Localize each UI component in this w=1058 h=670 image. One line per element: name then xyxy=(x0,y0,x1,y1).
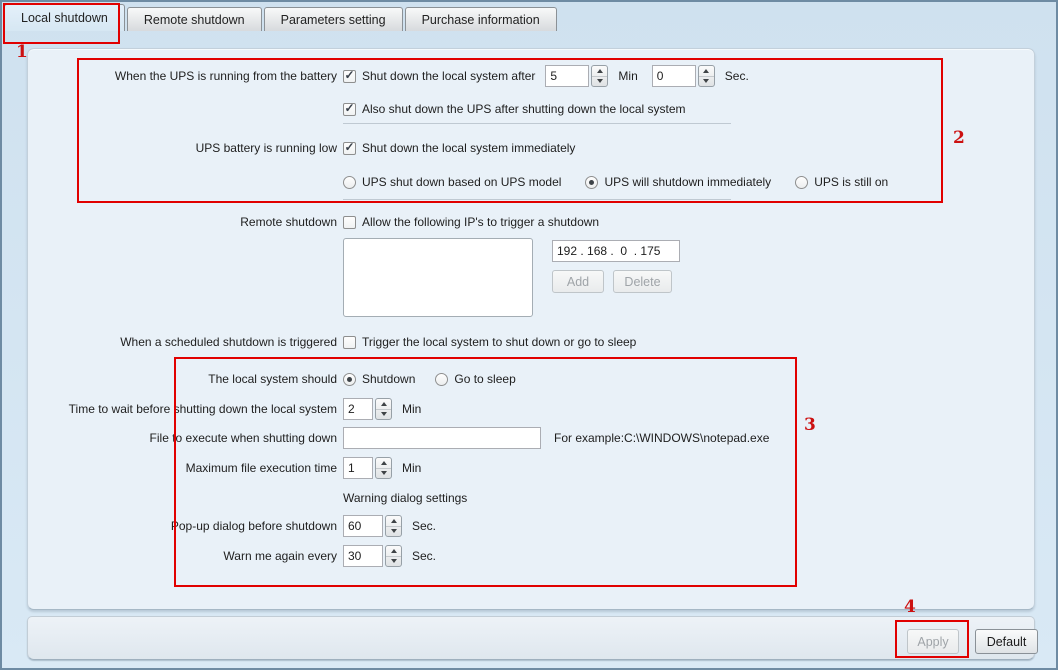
also-shutdown-ups-label: Also shut down the UPS after shutting do… xyxy=(362,102,686,116)
popup-dialog-input[interactable] xyxy=(343,515,383,537)
radio-go-to-sleep-label: Go to sleep xyxy=(454,372,515,386)
local-system-should-label: The local system should xyxy=(27,372,337,386)
tab-remote-shutdown[interactable]: Remote shutdown xyxy=(127,7,262,31)
up-arrow-icon xyxy=(381,402,387,406)
allow-ip-checkbox[interactable] xyxy=(343,216,356,229)
down-arrow-icon xyxy=(381,412,387,416)
default-button[interactable]: Default xyxy=(975,629,1038,654)
down-arrow-icon xyxy=(703,79,709,83)
min-unit-label: Min xyxy=(618,69,637,83)
battery-min-input[interactable] xyxy=(545,65,589,87)
up-arrow-icon xyxy=(703,69,709,73)
up-arrow-icon xyxy=(597,69,603,73)
wait-time-input[interactable] xyxy=(343,398,373,420)
warn-again-unit: Sec. xyxy=(412,549,436,563)
divider xyxy=(343,123,731,124)
popup-dialog-stepper[interactable] xyxy=(385,515,402,537)
warning-dialog-settings-header: Warning dialog settings xyxy=(343,491,467,505)
radio-go-to-sleep[interactable] xyxy=(435,373,448,386)
scheduled-shutdown-label: When a scheduled shutdown is triggered xyxy=(27,335,337,349)
battery-running-label: When the UPS is running from the battery xyxy=(27,69,337,83)
up-arrow-icon xyxy=(391,549,397,553)
wait-time-label: Time to wait before shutting down the lo… xyxy=(27,402,337,416)
warn-again-label: Warn me again every xyxy=(27,549,337,563)
shutdown-after-checkbox[interactable] xyxy=(343,70,356,83)
radio-shutdown-label: Shutdown xyxy=(362,372,415,386)
radio-ups-still-on-label: UPS is still on xyxy=(814,175,888,189)
remote-shutdown-label: Remote shutdown xyxy=(27,215,337,229)
radio-ups-immediate[interactable] xyxy=(585,176,598,189)
up-arrow-icon xyxy=(391,519,397,523)
wait-time-unit: Min xyxy=(402,402,421,416)
allow-ip-label: Allow the following IP's to trigger a sh… xyxy=(362,215,599,229)
trigger-local-label: Trigger the local system to shut down or… xyxy=(362,335,636,349)
divider xyxy=(343,199,731,200)
immediate-shutdown-checkbox[interactable] xyxy=(343,142,356,155)
radio-ups-model[interactable] xyxy=(343,176,356,189)
radio-ups-still-on[interactable] xyxy=(795,176,808,189)
sec-unit-label: Sec. xyxy=(725,69,749,83)
tab-bar: Local shutdown Remote shutdown Parameter… xyxy=(4,4,559,31)
popup-dialog-unit: Sec. xyxy=(412,519,436,533)
up-arrow-icon xyxy=(381,461,387,465)
max-exec-stepper[interactable] xyxy=(375,457,392,479)
tab-purchase-information[interactable]: Purchase information xyxy=(405,7,557,31)
warn-again-stepper[interactable] xyxy=(385,545,402,567)
radio-ups-model-label: UPS shut down based on UPS model xyxy=(362,175,561,189)
ip-address-input[interactable] xyxy=(552,240,680,262)
radio-ups-immediate-label: UPS will shutdown immediately xyxy=(604,175,771,189)
down-arrow-icon xyxy=(381,471,387,475)
ip-listbox[interactable] xyxy=(343,238,533,317)
max-exec-label: Maximum file execution time xyxy=(27,461,337,475)
wait-time-stepper[interactable] xyxy=(375,398,392,420)
down-arrow-icon xyxy=(391,559,397,563)
tab-parameters-setting[interactable]: Parameters setting xyxy=(264,7,403,31)
file-exec-hint: For example:C:\WINDOWS\notepad.exe xyxy=(554,431,769,445)
apply-button[interactable]: Apply xyxy=(907,629,959,654)
popup-dialog-label: Pop-up dialog before shutdown xyxy=(27,519,337,533)
max-exec-input[interactable] xyxy=(343,457,373,479)
ups-settings-window: Local shutdown Remote shutdown Parameter… xyxy=(0,0,1058,670)
down-arrow-icon xyxy=(597,79,603,83)
warn-again-input[interactable] xyxy=(343,545,383,567)
footer-bar xyxy=(27,616,1035,660)
battery-min-stepper[interactable] xyxy=(591,65,608,87)
down-arrow-icon xyxy=(391,529,397,533)
radio-shutdown[interactable] xyxy=(343,373,356,386)
file-exec-label: File to execute when shutting down xyxy=(27,431,337,445)
immediate-shutdown-label: Shut down the local system immediately xyxy=(362,141,575,155)
tab-local-shutdown[interactable]: Local shutdown xyxy=(4,4,125,31)
file-exec-input[interactable] xyxy=(343,427,541,449)
delete-button[interactable]: Delete xyxy=(613,270,672,293)
shutdown-after-label: Shut down the local system after xyxy=(362,69,535,83)
battery-sec-stepper[interactable] xyxy=(698,65,715,87)
add-button[interactable]: Add xyxy=(552,270,604,293)
trigger-local-checkbox[interactable] xyxy=(343,336,356,349)
battery-low-label: UPS battery is running low xyxy=(27,141,337,155)
also-shutdown-ups-checkbox[interactable] xyxy=(343,103,356,116)
battery-sec-input[interactable] xyxy=(652,65,696,87)
max-exec-unit: Min xyxy=(402,461,421,475)
